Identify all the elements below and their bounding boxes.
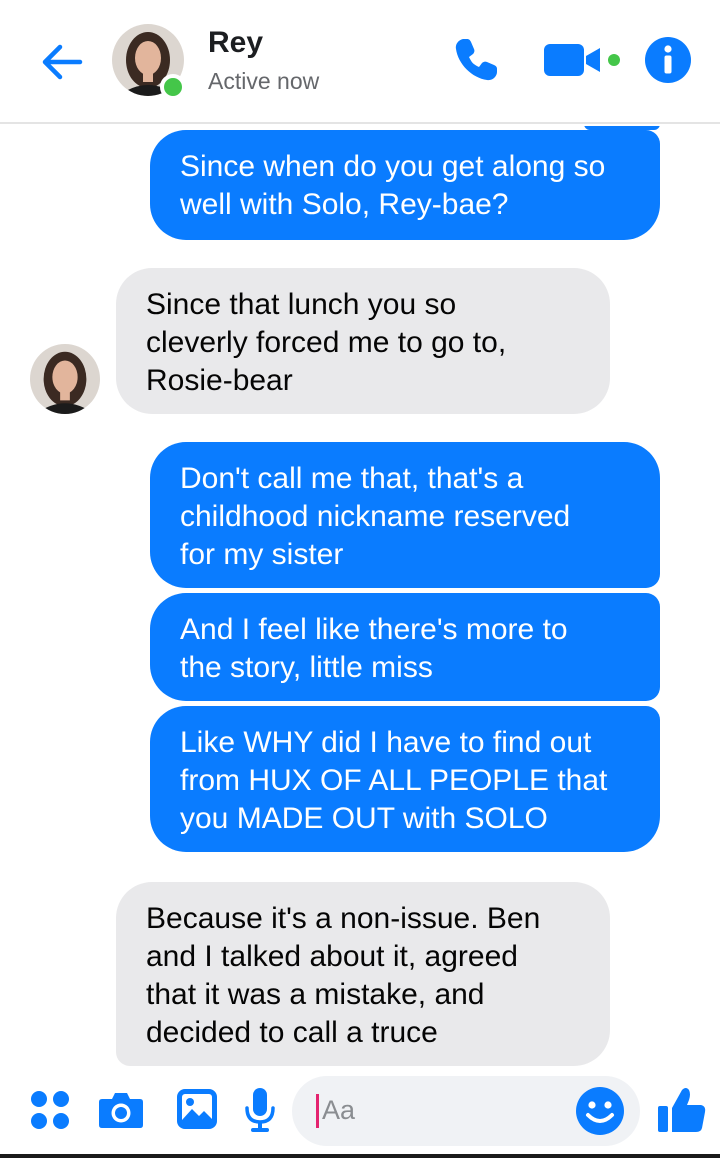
gallery-icon[interactable] xyxy=(176,1088,218,1130)
message-bubble-incoming[interactable]: Because it's a non-issue. Ben and I talk… xyxy=(116,882,610,1066)
microphone-icon[interactable] xyxy=(244,1086,276,1134)
chat-header: Rey Active now xyxy=(0,0,720,124)
message-bubble-outgoing[interactable]: Like WHY did I have to find out from HUX… xyxy=(150,706,660,852)
back-arrow-icon[interactable] xyxy=(36,36,88,88)
message-input[interactable]: Aa xyxy=(292,1076,640,1146)
message-input-placeholder: Aa xyxy=(322,1095,356,1125)
apps-icon[interactable] xyxy=(30,1090,70,1130)
thumbs-up-icon[interactable] xyxy=(656,1084,708,1136)
online-status-dot xyxy=(160,74,186,100)
video-camera-icon[interactable] xyxy=(544,42,626,78)
sender-avatar[interactable] xyxy=(30,344,100,414)
screen-bottom-edge xyxy=(0,1154,720,1158)
text-cursor xyxy=(316,1094,319,1128)
camera-icon[interactable] xyxy=(98,1090,144,1130)
composer-bar: Aa xyxy=(0,1066,720,1158)
message-bubble-outgoing[interactable]: Since when do you get along so well with… xyxy=(150,130,660,240)
message-thread[interactable]: Since when do you get along so well with… xyxy=(0,126,720,1066)
message-bubble-outgoing[interactable]: Don't call me that, that's a childhood n… xyxy=(150,442,660,588)
contact-status: Active now xyxy=(208,68,320,94)
emoji-icon[interactable] xyxy=(574,1085,626,1137)
contact-name[interactable]: Rey xyxy=(208,26,263,60)
message-bubble-incoming[interactable]: Since that lunch you so cleverly forced … xyxy=(116,268,610,414)
phone-icon[interactable] xyxy=(450,34,502,86)
message-bubble-outgoing[interactable]: And I feel like there's more to the stor… xyxy=(150,593,660,701)
info-icon[interactable] xyxy=(644,36,692,84)
